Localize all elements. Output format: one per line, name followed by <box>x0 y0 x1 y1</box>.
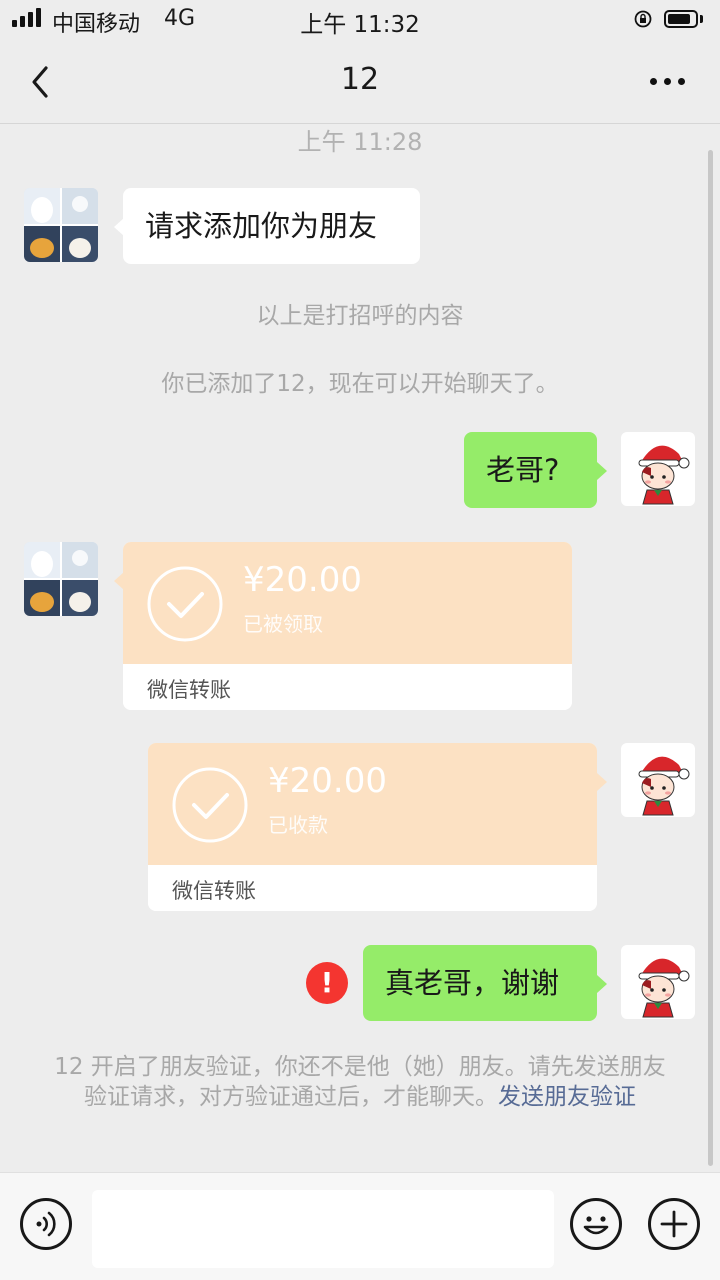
message-text: 老哥? <box>486 453 560 487</box>
contact-avatar[interactable] <box>24 188 98 262</box>
friend-verification-notice: 12 开启了朋友验证，你还不是他（她）朋友。请先发送朋友验证请求，对方验证通过后… <box>54 1052 666 1112</box>
message-bubble[interactable]: 请求添加你为朋友 <box>123 188 420 264</box>
contact-avatar[interactable] <box>24 542 98 616</box>
bubble-tail <box>597 975 607 993</box>
transfer-amount: ¥20.00 <box>268 761 387 801</box>
transfer-card-footer: 微信转账 <box>123 664 572 710</box>
my-avatar[interactable] <box>621 432 695 506</box>
status-time: 上午 11:32 <box>300 12 420 38</box>
transfer-status: 已被领取 <box>243 612 323 636</box>
message-timestamp: 上午 11:28 <box>297 128 423 156</box>
check-circle-icon <box>147 566 223 642</box>
bubble-tail <box>597 773 607 791</box>
transfer-card[interactable]: ¥20.00 已收款 微信转账 <box>148 743 597 911</box>
transfer-label: 微信转账 <box>172 879 256 903</box>
emoji-icon[interactable] <box>570 1198 622 1250</box>
message-bubble[interactable]: 真老哥，谢谢 <box>363 945 597 1021</box>
nav-bar: 12 <box>0 40 720 124</box>
check-circle-icon <box>172 767 248 843</box>
transfer-label: 微信转账 <box>147 678 231 702</box>
message-bubble[interactable]: 老哥? <box>464 432 597 508</box>
voice-icon[interactable] <box>20 1198 72 1250</box>
battery-icon <box>664 10 698 28</box>
battery-tip <box>700 15 703 23</box>
transfer-amount: ¥20.00 <box>243 560 362 600</box>
chat-title: 12 <box>340 62 380 97</box>
status-bar: 中国移动 4G 上午 11:32 <box>0 0 720 40</box>
send-failed-icon[interactable]: ! <box>306 962 348 1004</box>
transfer-status: 已收款 <box>268 813 328 837</box>
rotation-lock-icon <box>634 10 652 28</box>
message-text: 真老哥，谢谢 <box>385 966 560 1000</box>
transfer-card-footer: 微信转账 <box>148 865 597 911</box>
message-input[interactable] <box>92 1190 554 1268</box>
more-dots-icon[interactable] <box>642 70 692 94</box>
message-text: 请求添加你为朋友 <box>145 209 378 243</box>
error-mark: ! <box>320 966 334 999</box>
plus-icon[interactable] <box>648 1198 700 1250</box>
scrollbar[interactable] <box>708 150 713 1166</box>
system-message: 以上是打招呼的内容 <box>256 303 464 329</box>
my-avatar[interactable] <box>621 743 695 817</box>
transfer-card[interactable]: ¥20.00 已被领取 微信转账 <box>123 542 572 710</box>
system-message: 你已添加了12，现在可以开始聊天了。 <box>161 371 559 397</box>
my-avatar[interactable] <box>621 945 695 1019</box>
bubble-tail <box>597 462 607 480</box>
send-verification-link[interactable]: 发送朋友验证 <box>498 1084 636 1110</box>
